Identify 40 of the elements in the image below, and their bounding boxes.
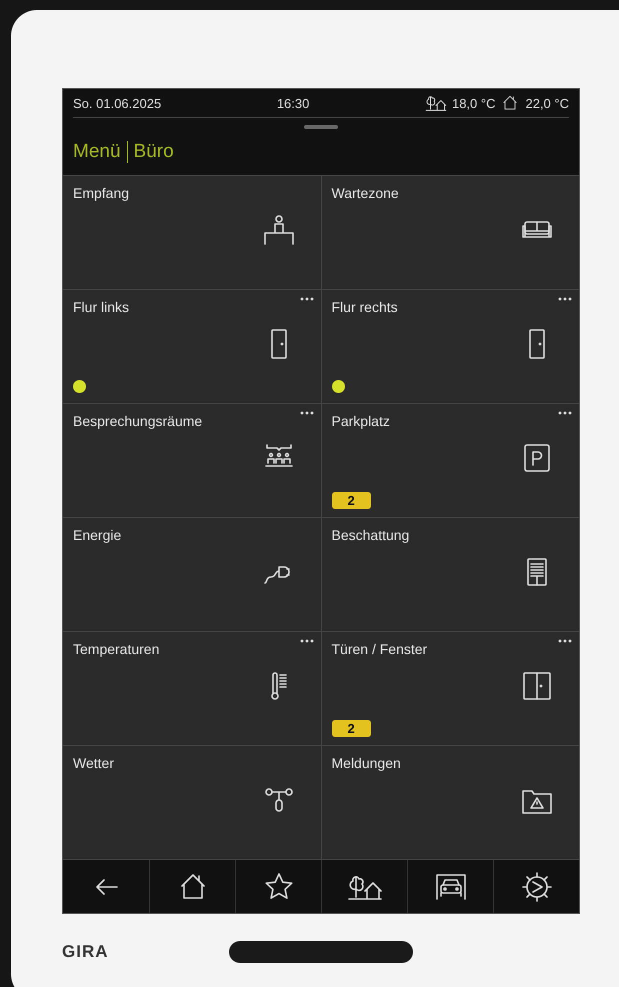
room-tile[interactable]: Türen / Fenster 2 bbox=[322, 632, 579, 745]
count-badge: 2 bbox=[332, 492, 371, 508]
tile-title: Türen / Fenster bbox=[332, 641, 428, 657]
tile-title: Temperaturen bbox=[73, 641, 160, 657]
tile-title: Empfang bbox=[73, 185, 130, 201]
more-icon[interactable] bbox=[300, 297, 314, 301]
tile-title: Wartezone bbox=[332, 185, 400, 201]
room-tile[interactable]: Beschattung bbox=[322, 518, 579, 631]
more-icon[interactable] bbox=[558, 411, 572, 415]
tile-title: Parkplatz bbox=[332, 413, 391, 429]
room-tile[interactable]: Flur links bbox=[63, 290, 320, 403]
breadcrumb-link[interactable]: Büro bbox=[134, 141, 174, 163]
indoor-temperature: 22,0 °C bbox=[525, 96, 569, 110]
room-tile[interactable]: Besprechungsräume bbox=[63, 404, 320, 517]
room-tile[interactable]: Flur rechts bbox=[322, 290, 579, 403]
room-tile[interactable]: Empfang bbox=[63, 176, 320, 289]
room-tile[interactable]: Temperaturen bbox=[63, 632, 320, 745]
breadcrumb-link[interactable]: Menü bbox=[73, 141, 121, 163]
more-icon[interactable] bbox=[300, 639, 314, 643]
tile-title: Wetter bbox=[73, 755, 115, 771]
room-tile[interactable]: Wetter bbox=[63, 746, 320, 859]
tile-title: Energie bbox=[73, 527, 122, 543]
tile-title: Flur links bbox=[73, 299, 130, 315]
room-tile[interactable]: Meldungen bbox=[322, 746, 579, 859]
tile-title: Beschattung bbox=[332, 527, 410, 543]
time-text: 16:30 bbox=[276, 96, 310, 110]
count-badge: 2 bbox=[332, 720, 371, 736]
room-tile[interactable]: Energie bbox=[63, 518, 320, 631]
drag-handle[interactable] bbox=[304, 125, 338, 129]
tile-title: Besprechungsräume bbox=[73, 413, 204, 429]
room-tile[interactable]: Parkplatz 2 bbox=[322, 404, 579, 517]
room-tile[interactable]: Wartezone bbox=[322, 176, 579, 289]
tile-title: Flur rechts bbox=[332, 299, 399, 315]
date-text: So. 01.06.2025 bbox=[73, 96, 162, 110]
more-icon[interactable] bbox=[558, 297, 572, 301]
outdoor-temperature: 18,0 °C bbox=[452, 96, 496, 110]
tile-title: Meldungen bbox=[332, 755, 402, 771]
brand-logo: GIRA bbox=[62, 942, 110, 962]
more-icon[interactable] bbox=[300, 411, 314, 415]
more-icon[interactable] bbox=[558, 639, 572, 643]
